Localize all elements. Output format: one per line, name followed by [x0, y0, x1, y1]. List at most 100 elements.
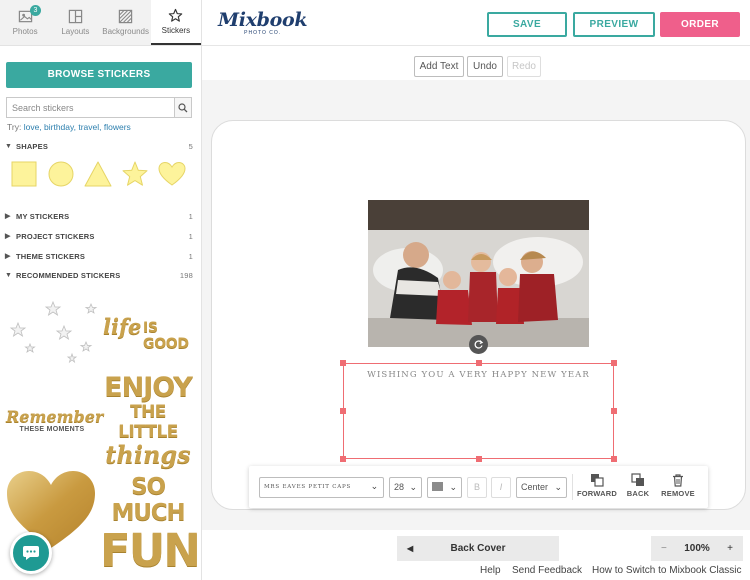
section-shapes[interactable]: ▼ SHAPES 5 — [5, 140, 193, 152]
tab-backgrounds-label: Backgrounds — [102, 27, 149, 36]
resize-handle-left[interactable] — [340, 408, 346, 414]
tab-stickers-label: Stickers — [161, 26, 191, 35]
order-button[interactable]: ORDER — [660, 12, 740, 37]
sticker-text: life — [103, 314, 142, 339]
tab-stickers[interactable]: Stickers — [150, 0, 201, 45]
section-label: SHAPES — [16, 141, 49, 151]
star-shape-sticker[interactable] — [119, 158, 151, 190]
send-back-button[interactable]: BACK — [616, 473, 660, 498]
back-cover-nav-button[interactable]: ◀ Back Cover — [397, 536, 559, 561]
resize-handle-bottom[interactable] — [476, 456, 482, 462]
help-link[interactable]: Help — [480, 565, 501, 576]
text-color-dropdown[interactable]: ⌄ — [427, 477, 462, 498]
browse-stickers-button[interactable]: BROWSE STICKERS — [6, 62, 192, 88]
toolbar-divider — [572, 474, 573, 500]
sticker-text: THE LITTLE — [118, 402, 178, 442]
resize-handle-bottom-right[interactable] — [611, 456, 617, 462]
section-project-stickers[interactable]: ▶ PROJECT STICKERS 1 — [5, 230, 193, 242]
section-count: 1 — [188, 211, 193, 221]
circle-shape-sticker[interactable] — [45, 158, 77, 190]
stars-sticker[interactable] — [6, 296, 100, 366]
font-value: MRS EAVES PETIT CAPS — [264, 484, 352, 490]
so-much-fun-sticker[interactable]: SO MUCH FUN — [100, 474, 201, 576]
resize-handle-top-right[interactable] — [611, 360, 617, 366]
tab-backgrounds[interactable]: Backgrounds — [101, 0, 151, 45]
zoom-value: 100% — [684, 543, 710, 554]
search-input[interactable] — [6, 97, 174, 118]
greeting-text[interactable]: WISHING YOU A VERY HAPPY NEW YEAR — [344, 370, 613, 380]
italic-button[interactable]: I — [491, 477, 511, 498]
remember-these-moments-sticker[interactable]: Remember THESE MOMENTS — [6, 407, 104, 442]
resize-handle-bottom-left[interactable] — [340, 456, 346, 462]
family-photo[interactable] — [368, 200, 589, 347]
zoom-in-button[interactable]: + — [727, 543, 733, 554]
caret-down-icon: ▼ — [5, 142, 13, 150]
font-dropdown[interactable]: MRS EAVES PETIT CAPS ⌄ — [259, 477, 384, 498]
tab-layouts-label: Layouts — [61, 27, 90, 36]
life-is-good-sticker[interactable]: life IS GOOD — [103, 312, 195, 352]
font-size-dropdown[interactable]: 28 ⌄ — [389, 477, 422, 498]
layouts-icon — [68, 9, 83, 24]
zoom-control: − 100% + — [651, 536, 743, 561]
remove-button[interactable]: REMOVE — [656, 473, 700, 498]
undo-button[interactable]: Undo — [467, 56, 503, 77]
alignment-dropdown[interactable]: Center ⌄ — [516, 477, 567, 498]
bring-forward-button[interactable]: FORWARD — [575, 473, 619, 498]
bring-forward-icon — [591, 474, 604, 487]
tab-layouts[interactable]: Layouts — [50, 0, 100, 45]
switch-classic-link[interactable]: How to Switch to Mixbook Classic — [592, 565, 742, 576]
zoom-out-button[interactable]: − — [661, 543, 667, 554]
sticker-text: things — [105, 440, 191, 469]
suggestion-keywords[interactable]: love, birthday, travel, flowers — [24, 122, 131, 132]
section-count: 5 — [188, 141, 193, 151]
remove-label: REMOVE — [661, 489, 695, 498]
font-size-value: 28 — [394, 482, 405, 492]
photos-count-badge: 3 — [30, 5, 41, 16]
redo-button[interactable]: Redo — [507, 56, 541, 77]
section-recommended-stickers[interactable]: ▼ RECOMMENDED STICKERS 198 — [5, 269, 193, 281]
preview-button[interactable]: PREVIEW — [573, 12, 655, 37]
heart-shape-sticker[interactable] — [156, 158, 188, 190]
forward-label: FORWARD — [576, 489, 617, 498]
send-feedback-link[interactable]: Send Feedback — [512, 565, 582, 576]
sticker-text: THESE MOMENTS — [19, 426, 85, 433]
section-label: THEME STICKERS — [16, 251, 86, 261]
sticker-text: IS GOOD — [143, 320, 189, 352]
section-count: 1 — [188, 231, 193, 241]
tab-photos[interactable]: 3 Photos — [0, 0, 50, 45]
add-text-button[interactable]: Add Text — [414, 56, 464, 77]
mixbook-logo[interactable]: Mixbook PHOTO CO. — [218, 9, 308, 36]
section-count: 198 — [179, 270, 193, 280]
search-button[interactable] — [174, 97, 192, 118]
footer-links: Help Send Feedback How to Switch to Mixb… — [202, 564, 750, 580]
section-count: 1 — [188, 251, 193, 261]
top-header: Mixbook PHOTO CO. SAVE PREVIEW ORDER — [202, 0, 750, 46]
sticker-panel: 3 Photos Layouts Backgrounds Stickers BR… — [0, 0, 202, 580]
resize-handle-right[interactable] — [611, 408, 617, 414]
bold-button[interactable]: B — [467, 477, 487, 498]
tab-photos-label: Photos — [12, 27, 38, 36]
enjoy-the-little-things-sticker[interactable]: ENJOY THE LITTLE things — [100, 372, 196, 469]
sticker-text: ENJOY — [104, 372, 193, 403]
chevron-down-icon: ⌄ — [554, 482, 562, 492]
chevron-down-icon: ⌄ — [449, 482, 457, 492]
section-theme-stickers[interactable]: ▶ THEME STICKERS 1 — [5, 250, 193, 262]
square-shape-sticker[interactable] — [8, 158, 40, 190]
caret-right-icon: ▶ — [5, 213, 11, 220]
resize-handle-top-left[interactable] — [340, 360, 346, 366]
rotate-handle[interactable] — [469, 335, 488, 354]
save-button[interactable]: SAVE — [487, 12, 567, 37]
star-icon — [169, 8, 183, 22]
sticker-text: SO MUCH — [111, 474, 186, 526]
chat-button[interactable] — [10, 532, 52, 574]
section-label: MY STICKERS — [16, 211, 70, 221]
resize-handle-top[interactable] — [476, 360, 482, 366]
section-label: RECOMMENDED STICKERS — [16, 270, 121, 280]
sticker-text: Remember — [6, 407, 104, 426]
section-my-stickers[interactable]: ▶ MY STICKERS 1 — [5, 210, 193, 222]
search-suggestions: Try: love, birthday, travel, flowers — [7, 122, 131, 132]
triangle-shape-sticker[interactable] — [82, 158, 114, 190]
selected-text-box[interactable]: WISHING YOU A VERY HAPPY NEW YEAR — [340, 360, 617, 462]
backgrounds-icon — [118, 9, 133, 24]
alignment-value: Center — [521, 482, 549, 492]
